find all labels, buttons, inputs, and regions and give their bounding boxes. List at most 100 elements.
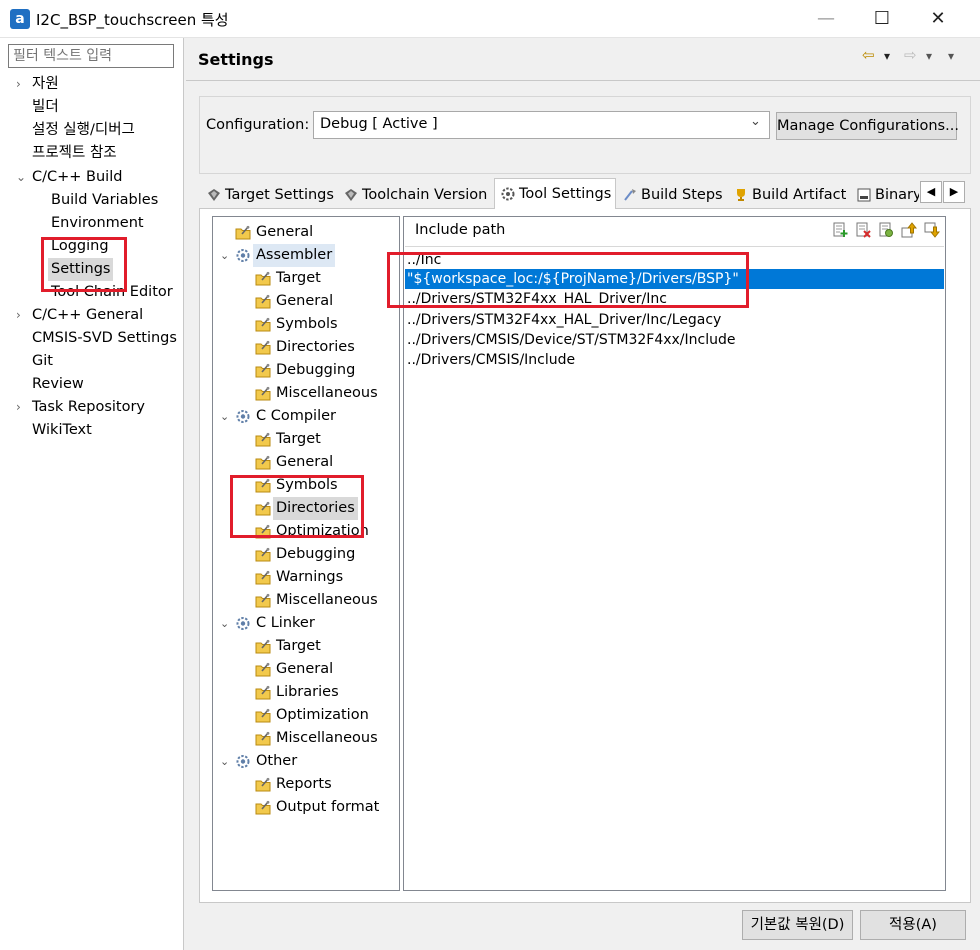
sidebar-item-git[interactable]: Git — [0, 350, 184, 373]
delete-path-icon[interactable] — [855, 222, 871, 238]
tree-item-general[interactable]: General — [213, 221, 399, 244]
tool-gear-icon — [236, 755, 250, 768]
option-folder-icon — [255, 800, 271, 815]
manage-configurations-button[interactable]: Manage Configurations... — [776, 112, 959, 140]
add-path-icon[interactable] — [832, 222, 848, 238]
tree-item-label: Reports — [276, 776, 332, 792]
sidebar-item-label: WikiText — [32, 422, 92, 438]
maximize-button[interactable]: ☐ — [854, 0, 910, 38]
tree-item-label: Optimization — [276, 707, 369, 723]
tab-label: Build Steps — [641, 187, 723, 203]
tree-item-label: Debugging — [276, 546, 356, 562]
sidebar-item-c-c-general[interactable]: › C/C++ General — [0, 304, 184, 327]
tool-gear-icon — [236, 249, 250, 262]
sidebar-item-review[interactable]: Review — [0, 373, 184, 396]
tree-item-general[interactable]: General — [213, 658, 399, 681]
sidebar-item-label: C/C++ Build — [32, 169, 123, 185]
chevron-down-icon[interactable]: ⌄ — [220, 612, 232, 635]
tree-item-miscellaneous[interactable]: Miscellaneous — [213, 727, 399, 750]
sidebar-item-build-variables[interactable]: Build Variables — [0, 189, 184, 212]
apply-button[interactable]: 적용(A) — [860, 910, 966, 940]
back-dropdown-icon[interactable]: ▾ — [884, 49, 890, 63]
highlight-box — [41, 237, 127, 292]
chevron-down-icon[interactable]: ⌄ — [220, 405, 232, 428]
restore-defaults-button[interactable]: 기본값 복원(D) — [742, 910, 853, 940]
chevron-down-icon[interactable]: ⌄ — [220, 244, 232, 267]
forward-dropdown-icon[interactable]: ▾ — [926, 49, 932, 63]
option-folder-icon — [255, 593, 271, 608]
tree-item-label: Assembler — [253, 244, 336, 267]
tree-item-reports[interactable]: Reports — [213, 773, 399, 796]
tree-item-c-compiler[interactable]: ⌄ C Compiler — [213, 405, 399, 428]
tree-item-label: Target — [276, 638, 321, 654]
sidebar-item-task-repository[interactable]: › Task Repository — [0, 396, 184, 419]
forward-arrow-icon[interactable]: ⇨ — [904, 46, 917, 64]
tab-build-artifact[interactable]: Build Artifact — [728, 182, 850, 208]
back-arrow-icon[interactable]: ⇦ — [862, 46, 875, 64]
sidebar-item-c-c-build[interactable]: ⌄ C/C++ Build — [0, 166, 184, 189]
tab-scroll-left-button[interactable]: ◀ — [920, 181, 942, 203]
minimize-button[interactable]: — — [798, 0, 854, 38]
chevron-down-icon[interactable]: ⌄ — [750, 114, 761, 129]
tree-item-miscellaneous[interactable]: Miscellaneous — [213, 382, 399, 405]
tree-item-general[interactable]: General — [213, 451, 399, 474]
tree-item-target[interactable]: Target — [213, 267, 399, 290]
move-up-icon[interactable] — [901, 222, 917, 238]
sidebar-item-item[interactable]: 설정 실행/디버그 — [0, 119, 184, 142]
include-path-row[interactable]: ../Drivers/STM32F4xx_HAL_Driver/Inc/Lega… — [405, 310, 944, 330]
tree-item-symbols[interactable]: Symbols — [213, 313, 399, 336]
tree-item-target[interactable]: Target — [213, 428, 399, 451]
sidebar-item-environment[interactable]: Environment — [0, 212, 184, 235]
move-down-icon[interactable] — [924, 222, 940, 238]
option-folder-icon — [255, 317, 271, 332]
option-folder-icon — [235, 225, 251, 240]
sidebar-item-item[interactable]: › 자원 — [0, 73, 184, 96]
chevron-right-icon[interactable]: › — [16, 304, 26, 327]
tab-binary[interactable]: Binary — [851, 182, 919, 208]
tree-item-warnings[interactable]: Warnings — [213, 566, 399, 589]
tree-item-target[interactable]: Target — [213, 635, 399, 658]
tab-toolchain-version[interactable]: Toolchain Version — [338, 182, 492, 208]
tree-item-label: Miscellaneous — [276, 592, 378, 608]
include-path-row[interactable]: ../Drivers/CMSIS/Include — [405, 350, 944, 370]
option-folder-icon — [255, 386, 271, 401]
include-header-divider — [405, 246, 944, 247]
sidebar-item-item[interactable]: 프로젝트 참조 — [0, 142, 184, 165]
tab-build-steps[interactable]: Build Steps — [617, 182, 727, 208]
sidebar-item-label: 자원 — [32, 76, 59, 92]
option-folder-icon — [255, 363, 271, 378]
highlight-box — [387, 252, 749, 308]
close-button[interactable]: ✕ — [910, 0, 966, 38]
option-folder-icon — [255, 685, 271, 700]
tab-target-settings[interactable]: Target Settings — [201, 182, 336, 208]
view-menu-icon[interactable]: ▾ — [948, 49, 954, 63]
tree-item-label: Symbols — [276, 316, 338, 332]
chevron-down-icon[interactable]: ⌄ — [16, 166, 26, 189]
sidebar-item-label: 프로젝트 참조 — [32, 145, 117, 161]
sidebar-item-wikitext[interactable]: WikiText — [0, 419, 184, 442]
chevron-right-icon[interactable]: › — [16, 73, 26, 96]
tree-item-directories[interactable]: Directories — [213, 336, 399, 359]
tree-item-debugging[interactable]: Debugging — [213, 543, 399, 566]
tab-scroll-right-button[interactable]: ▶ — [943, 181, 965, 203]
tree-item-libraries[interactable]: Libraries — [213, 681, 399, 704]
include-path-row[interactable]: ../Drivers/CMSIS/Device/ST/STM32F4xx/Inc… — [405, 330, 944, 350]
tree-item-label: Miscellaneous — [276, 385, 378, 401]
edit-path-icon[interactable] — [878, 222, 894, 238]
tree-item-assembler[interactable]: ⌄ Assembler — [213, 244, 399, 267]
tab-tool-settings[interactable]: Tool Settings — [494, 178, 616, 209]
tree-item-miscellaneous[interactable]: Miscellaneous — [213, 589, 399, 612]
filter-input[interactable] — [8, 44, 174, 68]
chevron-down-icon[interactable]: ⌄ — [220, 750, 232, 773]
option-folder-icon — [255, 777, 271, 792]
chevron-right-icon[interactable]: › — [16, 396, 26, 419]
sidebar-item-cmsis-svd-settings[interactable]: CMSIS-SVD Settings — [0, 327, 184, 350]
configuration-select[interactable]: Debug [ Active ] — [313, 111, 770, 139]
tree-item-optimization[interactable]: Optimization — [213, 704, 399, 727]
tree-item-general[interactable]: General — [213, 290, 399, 313]
tree-item-output-format[interactable]: Output format — [213, 796, 399, 819]
sidebar-item-item[interactable]: 빌더 — [0, 96, 184, 119]
tree-item-debugging[interactable]: Debugging — [213, 359, 399, 382]
tree-item-other[interactable]: ⌄ Other — [213, 750, 399, 773]
tree-item-c-linker[interactable]: ⌄ C Linker — [213, 612, 399, 635]
